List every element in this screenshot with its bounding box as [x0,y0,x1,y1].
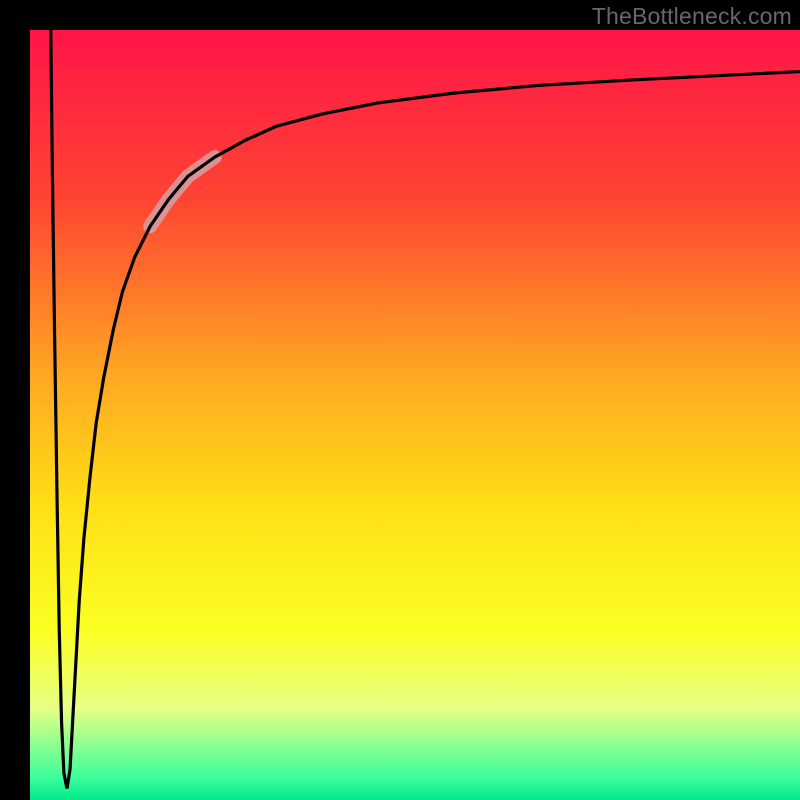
chart-frame: TheBottleneck.com [0,0,800,800]
plot-area [30,30,800,800]
bottleneck-chart [30,30,800,800]
watermark-text: TheBottleneck.com [592,3,792,30]
chart-background [30,30,800,800]
